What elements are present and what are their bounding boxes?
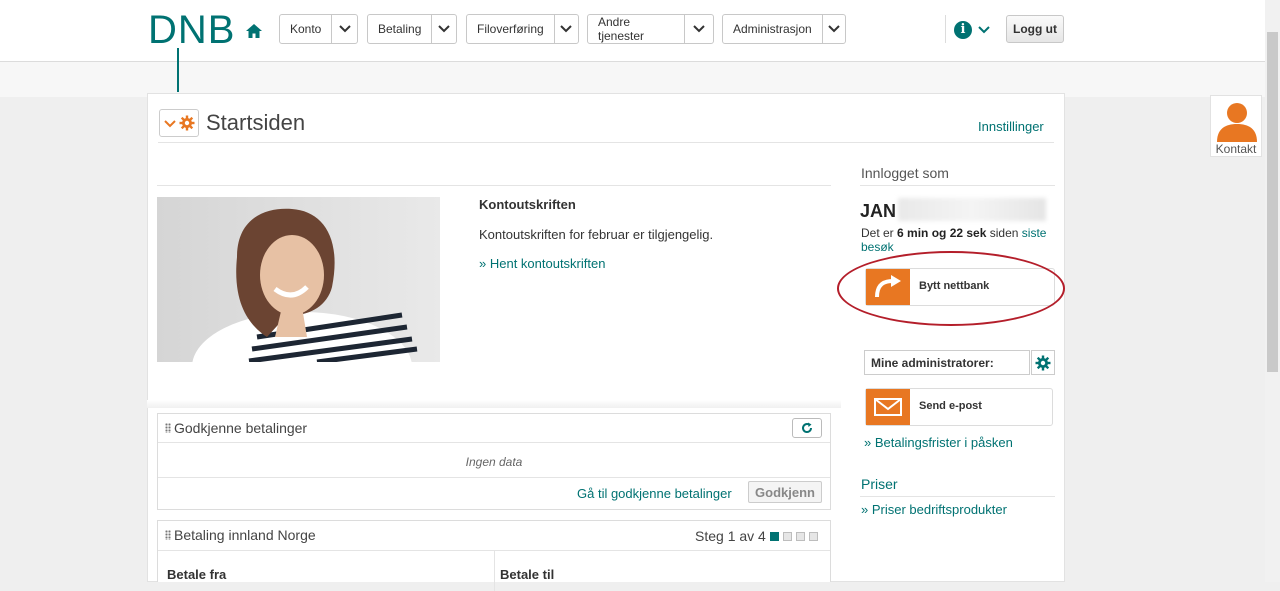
step-4-indicator [809,532,818,541]
widget-rule [158,442,830,443]
gear-icon [1035,355,1051,370]
statement-text: Kontoutskriften for februar er tilgjenge… [479,227,714,242]
nav-andre-tjenester-label: Andre tjenester [598,15,645,43]
info-icon[interactable]: i [954,21,972,39]
contact-label: Kontakt [1215,142,1257,156]
header-divider [945,15,946,43]
step-1-indicator [770,532,779,541]
sidebar-divider [860,185,1055,186]
envelope-icon [866,389,910,425]
chevron-down-icon[interactable] [821,15,845,43]
page-title: Startsiden [206,110,306,135]
step-2-indicator [783,532,792,541]
prices-divider [860,496,1055,497]
nav-administrasjon[interactable]: Administrasjon [722,14,846,44]
user-name-redacted [898,198,1046,221]
drag-handle-icon[interactable] [165,530,171,540]
nav-konto-label: Konto [290,22,322,36]
home-icon[interactable] [245,22,263,40]
send-email-label: Send e-post [919,400,982,412]
refresh-button[interactable] [792,418,822,438]
chevron-down-icon [164,120,176,128]
nav-andre-tjenester[interactable]: Andre tjenester [587,14,714,44]
chevron-down-icon[interactable] [553,15,578,43]
widget-rule [158,477,830,478]
dnb-logo[interactable]: DNB [148,8,235,52]
title-divider [158,142,1054,143]
send-email-button[interactable]: Send e-post [865,388,1053,426]
chevron-down-icon[interactable] [683,15,713,43]
section-separator [147,400,841,408]
visit-middle: siden [989,226,1019,240]
nav-filoverforing-label: Filoverføring [477,22,544,36]
last-visit-text: Det er 6 min og 22 sek siden siste besøk [861,226,1061,254]
user-name: JAN [860,201,897,221]
chevron-down-icon[interactable] [978,26,990,34]
gear-icon [179,115,195,131]
logged-in-label: Innlogget som [861,165,949,181]
drag-handle-icon[interactable] [165,423,171,433]
scrollbar-thumb[interactable] [1267,32,1278,372]
refresh-icon [802,422,813,434]
visit-prefix: Det er [861,226,894,240]
step-3-indicator [796,532,805,541]
empty-state-text: Ingen data [465,455,523,469]
column-divider [494,551,495,591]
promo-photo [157,197,440,362]
content-divider [157,185,831,186]
settings-link[interactable]: Innstillinger [978,119,1044,134]
contact-widget[interactable]: Kontakt [1210,95,1262,157]
logo-line [177,48,179,92]
nav-betaling-label: Betaling [378,22,422,36]
prices-heading-link[interactable]: Priser [861,476,898,492]
pay-to-label: Betale til [500,567,555,582]
nav-konto[interactable]: Konto [279,14,358,44]
get-statement-link[interactable]: » Hent kontoutskriften [479,256,605,271]
person-icon [1215,98,1259,142]
pay-from-label: Betale fra [167,567,227,582]
approve-widget-title: Godkjenne betalinger [174,420,308,436]
nav-betaling[interactable]: Betaling [367,14,457,44]
administrators-settings-button[interactable] [1031,350,1055,375]
nav-administrasjon-label: Administrasjon [733,22,812,36]
nav-filoverforing[interactable]: Filoverføring [466,14,579,44]
sub-bar [0,62,1265,97]
domestic-payment-widget: Betaling innland Norge Steg 1 av 4 Betal… [157,520,831,591]
business-prices-link[interactable]: » Priser bedriftsprodukter [861,502,1007,517]
highlight-annotation [837,251,1065,326]
payment-widget-title: Betaling innland Norge [174,527,316,543]
chevron-down-icon[interactable] [331,15,357,43]
approve-button[interactable]: Godkjenn [748,481,822,503]
chevron-down-icon[interactable] [431,15,456,43]
go-to-approve-link[interactable]: Gå til godkjenne betalinger [577,486,732,501]
statement-title: Kontoutskriften [479,197,576,212]
page-settings-button[interactable] [159,109,199,137]
administrators-select[interactable]: Mine administratorer: [864,350,1030,375]
easter-deadlines-link[interactable]: » Betalingsfrister i påsken [864,435,1013,450]
scrollbar[interactable] [1265,0,1280,582]
step-indicator-text: Steg 1 av 4 [695,528,766,544]
logout-button[interactable]: Logg ut [1006,15,1064,43]
visit-time: 6 min og 22 sek [897,226,987,240]
approve-payments-widget: Godkjenne betalinger Ingen data Gå til g… [157,413,831,510]
